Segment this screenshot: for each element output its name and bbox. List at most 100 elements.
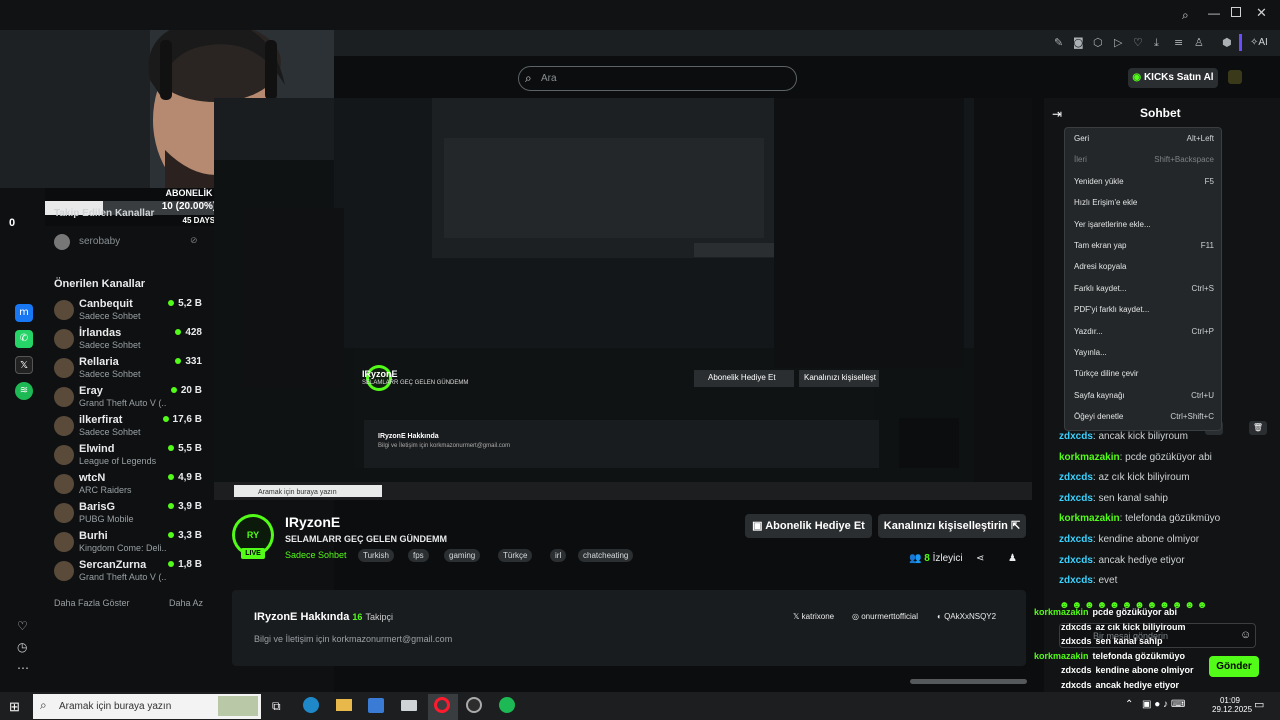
stream-tag[interactable]: irl (550, 549, 567, 562)
whatsapp-icon[interactable]: ✆ (15, 330, 33, 348)
search-input[interactable]: Ara (541, 73, 557, 84)
chat-username[interactable]: korkmazakin (1059, 513, 1120, 524)
recommended-channel-item[interactable]: İrlandas Sadece Sohbet 428 (54, 327, 214, 355)
context-menu-item[interactable]: Tam ekran yap F11 (1074, 241, 1214, 250)
customize-channel-button[interactable]: Kanalınızı kişiselleştirin ⇱ (878, 514, 1026, 538)
shield-icon[interactable]: ⬡ (1093, 36, 1103, 49)
store-icon[interactable] (368, 698, 384, 713)
recommended-channel-item[interactable]: ilkerfirat Sadece Sohbet 17,6 B (54, 414, 214, 442)
task-view-icon[interactable]: ⧉ (272, 699, 281, 714)
tray-icons[interactable]: ▣ ● ♪ ⌨ (1142, 699, 1185, 710)
notification-icon[interactable]: ▭ (1254, 698, 1264, 711)
spotify-icon[interactable]: ≋ (15, 382, 33, 400)
play-icon[interactable]: ▷ (1114, 36, 1122, 49)
context-menu-item[interactable]: Adresi kopyala (1074, 262, 1214, 271)
ai-button[interactable]: ✧AI (1250, 37, 1268, 48)
edge-icon[interactable] (303, 697, 319, 713)
spotify-taskbar-icon[interactable] (499, 697, 515, 713)
maximize-button[interactable] (1231, 7, 1241, 17)
recommended-channel-item[interactable]: Rellaria Sadece Sohbet 331 (54, 356, 214, 384)
more-icon[interactable]: ⋯ (17, 661, 29, 675)
windows-start-icon[interactable]: ⊞ (9, 699, 20, 715)
context-menu-item[interactable]: Yer işaretlerine ekle... (1074, 220, 1214, 229)
context-menu-item[interactable]: Sayfa kaynağı Ctrl+U (1074, 391, 1214, 400)
show-more-link[interactable]: Daha Fazla Göster (54, 598, 130, 608)
social-x[interactable]: 𝕏 katrixone (793, 612, 834, 621)
recommended-channel-item[interactable]: wtcN ARC Raiders 4,9 B (54, 472, 214, 500)
minimize-button[interactable]: — (1208, 6, 1220, 20)
menu-icon[interactable]: ≡ (1174, 36, 1183, 49)
recommended-channel-item[interactable]: Burhi Kingdom Come: Deli... 3,3 B (54, 530, 214, 558)
stream-tag[interactable]: Turkish (358, 549, 394, 562)
x-twitter-icon[interactable]: 𝕏 (15, 356, 33, 374)
chat-username[interactable]: zdxcds (1059, 534, 1093, 545)
clock[interactable]: 01:09 29.12.2025 (1212, 696, 1252, 714)
gift-subscription-button[interactable]: ▣ Abonelik Hediye Et (745, 514, 872, 538)
history-icon[interactable]: ◷ (17, 640, 27, 654)
tray-arrow-icon[interactable]: ⌃ (1125, 699, 1133, 710)
chat-username[interactable]: zdxcds (1059, 555, 1093, 566)
heart-icon[interactable]: ♡ (17, 619, 28, 633)
send-button[interactable]: Gönder (1209, 656, 1259, 677)
chat-username[interactable]: zdxcds (1059, 493, 1093, 504)
obs-icon[interactable] (466, 697, 482, 713)
recommended-channel-item[interactable]: SercanZurna Grand Theft Auto V (... 1,8 B (54, 559, 214, 587)
buy-kicks-button[interactable]: ◉ KICKs Satın Al (1128, 68, 1218, 88)
customize-label: Kanalınızı kişiselleştirin (883, 520, 1008, 532)
search-bar[interactable]: ⌕ Ara (518, 66, 797, 91)
chat-username[interactable]: korkmazakin (1059, 452, 1120, 463)
context-menu-item[interactable]: Geri Alt+Left (1074, 134, 1214, 143)
badge-icon[interactable] (1228, 70, 1242, 84)
recommended-channel-item[interactable]: Eray Grand Theft Auto V (... 20 B (54, 385, 214, 413)
context-menu-item[interactable]: Yazdır... Ctrl+P (1074, 327, 1214, 336)
context-menu-item[interactable]: Öğeyi denetle Ctrl+Shift+C (1074, 412, 1214, 421)
opera-icon[interactable] (434, 697, 450, 713)
trash-icon[interactable]: 🗑 (1249, 421, 1267, 435)
collapse-chat-icon[interactable]: ⇥ (1052, 107, 1062, 121)
search-icon[interactable]: ⌕ (1182, 8, 1189, 23)
chat-text: ancak kick biliyroum (1098, 431, 1188, 442)
download-icon[interactable]: ⤓ (1154, 36, 1159, 50)
file-explorer-icon[interactable] (336, 699, 352, 711)
context-menu-label: Yazdır... (1074, 326, 1103, 336)
stream-tag[interactable]: fps (408, 549, 429, 562)
recommended-channel-item[interactable]: BarisG PUBG Mobile 3,9 B (54, 501, 214, 529)
close-button[interactable]: ✕ (1256, 5, 1267, 21)
stream-tag[interactable]: Türkçe (498, 549, 533, 562)
messenger-icon[interactable]: m (15, 304, 33, 322)
context-menu-item[interactable]: PDF'yi farklı kaydet... (1074, 305, 1214, 314)
share-icon[interactable]: ⋖ (976, 553, 984, 564)
mail-icon[interactable] (401, 700, 417, 711)
stream-video[interactable]: IRyzonE SELAMLARR GEÇ GELEN GÜNDEMM IRyz… (214, 98, 1032, 500)
stream-tag[interactable]: gaming (444, 549, 481, 562)
context-menu-item[interactable]: Hızlı Erişim'e ekle (1074, 198, 1214, 207)
chat-username[interactable]: zdxcds (1059, 431, 1093, 442)
channel-name[interactable]: IRyzonE (285, 514, 340, 530)
heart-toolbar-icon[interactable]: ♡ (1133, 36, 1143, 49)
social-discord[interactable]: ◐ QAkXxNSQY2 (937, 612, 996, 621)
profile-icon[interactable]: ♙ (1194, 36, 1204, 49)
taskbar-search[interactable]: ⌕ Aramak için buraya yazın (33, 694, 261, 719)
context-menu-item[interactable]: Farklı kaydet... Ctrl+S (1074, 284, 1214, 293)
stream-category[interactable]: Sadece Sohbet (285, 550, 347, 560)
viewer-count-value: 428 (185, 327, 202, 338)
context-menu-item[interactable]: Türkçe diline çevir (1074, 369, 1214, 378)
context-menu-item[interactable]: Yayınla... (1074, 348, 1214, 357)
show-less-link[interactable]: Daha Az (169, 598, 203, 608)
live-dot-icon (170, 387, 177, 394)
edit-icon[interactable]: ✎ (1054, 36, 1063, 49)
context-menu-label: Yeniden yükle (1074, 176, 1124, 186)
scrollbar[interactable] (910, 679, 1027, 684)
chat-username[interactable]: zdxcds (1059, 472, 1093, 483)
followed-item[interactable]: serobaby ⊘ (54, 233, 204, 251)
follow-user-icon[interactable]: ♟ (1008, 553, 1017, 564)
context-menu-item[interactable]: Yeniden yükle F5 (1074, 177, 1214, 186)
social-instagram[interactable]: ◎ onurmerttofficial (852, 612, 918, 621)
camera-icon[interactable]: ◙ (1073, 36, 1084, 49)
recommended-channel-item[interactable]: Elwind League of Legends 5,5 B (54, 443, 214, 471)
recommended-channel-item[interactable]: Canbequit Sadece Sohbet 5,2 B (54, 298, 214, 326)
emoji-icon[interactable]: ☺ (1240, 629, 1251, 641)
cube-icon[interactable]: ⬢ (1222, 36, 1232, 49)
stream-tag[interactable]: chatcheating (578, 549, 634, 562)
chat-username[interactable]: zdxcds (1059, 575, 1093, 586)
